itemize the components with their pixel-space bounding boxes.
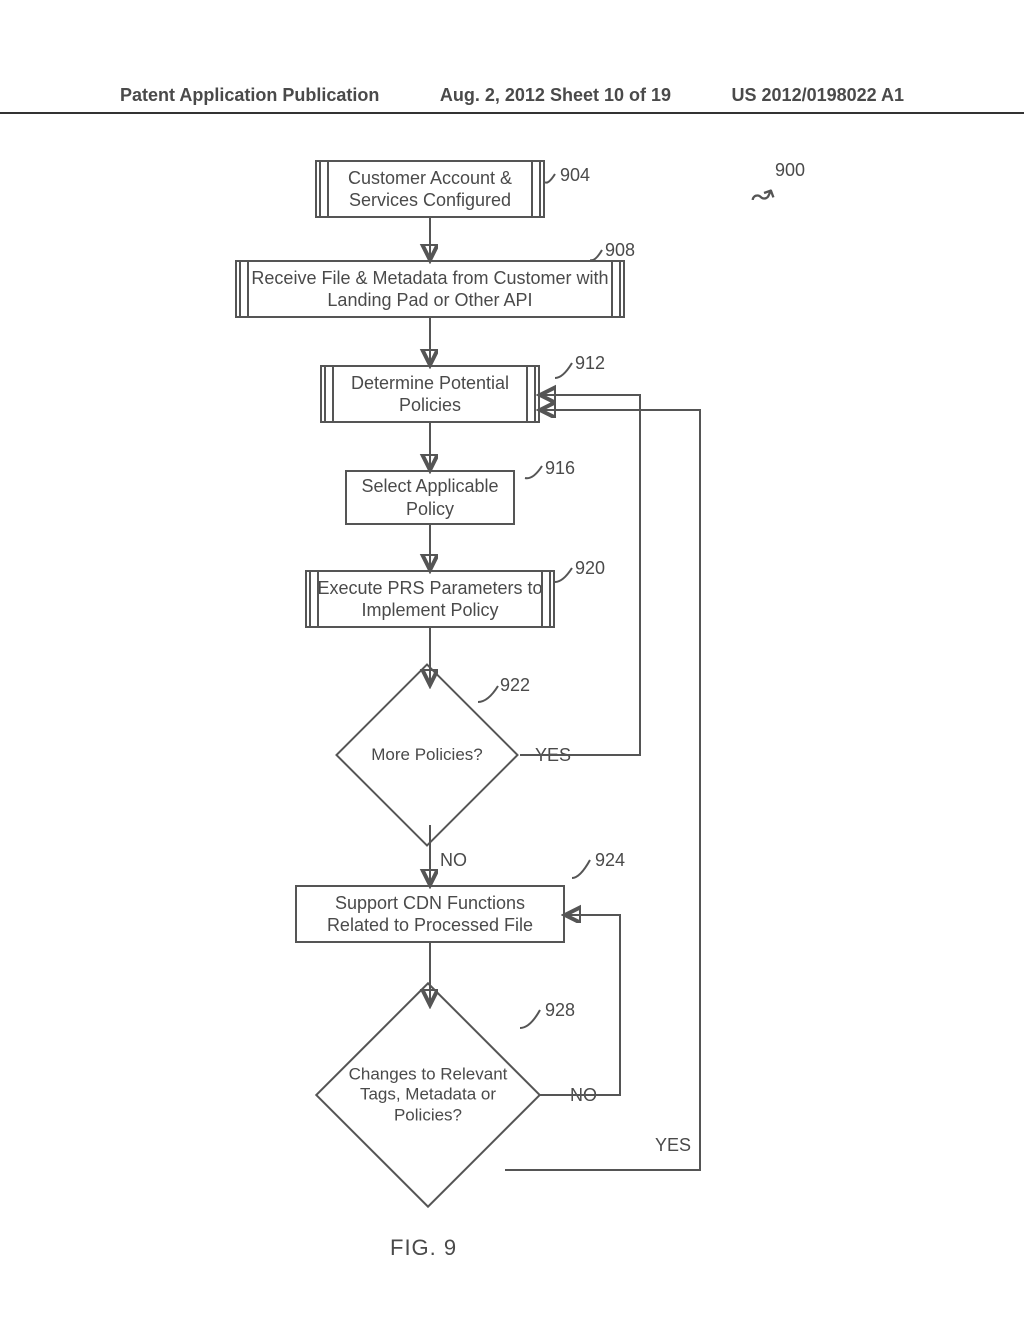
box-916-text: Select Applicable Policy xyxy=(353,475,507,520)
box-908: Receive File & Metadata from Customer wi… xyxy=(235,260,625,318)
box-904: Customer Account & Services Configured xyxy=(315,160,545,218)
decision-922: More Policies? xyxy=(335,663,519,847)
ref-912: 912 xyxy=(575,353,605,374)
decision-928-text: Changes to Relevant Tags, Metadata or Po… xyxy=(338,1064,518,1125)
box-924-text: Support CDN Functions Related to Process… xyxy=(303,892,557,937)
box-916: Select Applicable Policy xyxy=(345,470,515,525)
box-920-text: Execute PRS Parameters to Implement Poli… xyxy=(313,577,547,622)
label-922-no: NO xyxy=(440,850,467,871)
header-right: US 2012/0198022 A1 xyxy=(732,85,904,106)
ref-916: 916 xyxy=(545,458,575,479)
box-912-text: Determine Potential Policies xyxy=(328,372,532,417)
box-920: Execute PRS Parameters to Implement Poli… xyxy=(305,570,555,628)
label-928-no: NO xyxy=(570,1085,597,1106)
figure-caption: FIG. 9 xyxy=(390,1235,457,1261)
ref-922: 922 xyxy=(500,675,530,696)
box-904-text: Customer Account & Services Configured xyxy=(323,167,537,212)
decision-928: Changes to Relevant Tags, Metadata or Po… xyxy=(315,982,541,1208)
header-center: Aug. 2, 2012 Sheet 10 of 19 xyxy=(440,85,671,106)
decision-922-text: More Policies? xyxy=(347,745,507,765)
ref-924: 924 xyxy=(595,850,625,871)
label-928-yes: YES xyxy=(655,1135,691,1156)
squiggle-icon: ↝ xyxy=(745,175,778,214)
ref-920: 920 xyxy=(575,558,605,579)
ref-904: 904 xyxy=(560,165,590,186)
ref-928: 928 xyxy=(545,1000,575,1021)
header-left: Patent Application Publication xyxy=(120,85,379,106)
box-912: Determine Potential Policies xyxy=(320,365,540,423)
box-924: Support CDN Functions Related to Process… xyxy=(295,885,565,943)
ref-900: 900 xyxy=(775,160,805,181)
label-922-yes: YES xyxy=(535,745,571,766)
page-header: Patent Application Publication Aug. 2, 2… xyxy=(0,85,1024,114)
ref-908: 908 xyxy=(605,240,635,261)
flowchart-figure: 904 908 912 916 920 922 924 928 900 ↝ Cu… xyxy=(0,130,1024,1280)
box-908-text: Receive File & Metadata from Customer wi… xyxy=(243,267,617,312)
